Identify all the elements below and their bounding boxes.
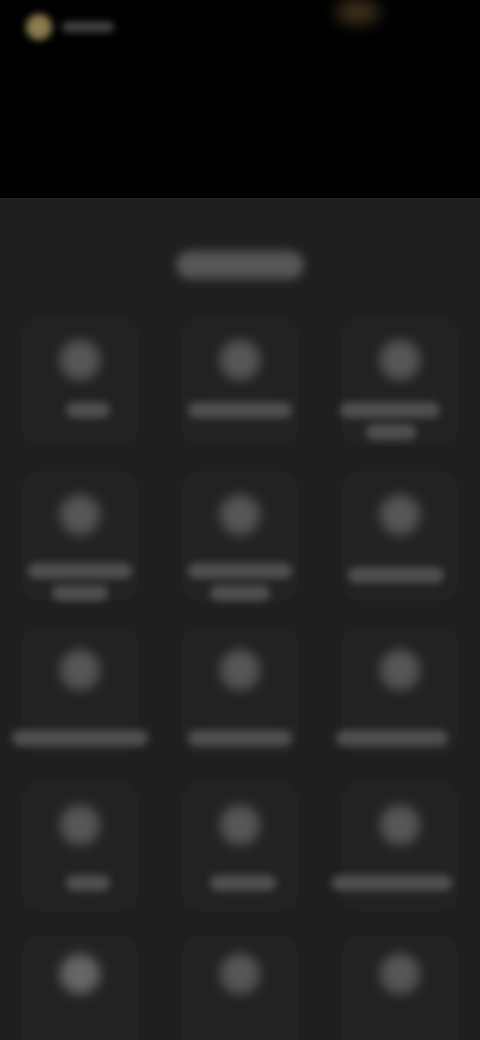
tile-12[interactable]	[320, 775, 480, 930]
tile-8-label	[188, 730, 292, 746]
tile-13-icon	[60, 954, 100, 994]
status-icon	[26, 14, 52, 40]
tile-11[interactable]	[160, 775, 320, 930]
tile-9[interactable]	[320, 620, 480, 775]
tile-4-icon	[60, 495, 100, 535]
tile-background	[22, 316, 138, 446]
tile-9-icon	[380, 650, 420, 690]
tile-4-label	[28, 563, 132, 579]
section-pill[interactable]	[176, 251, 304, 279]
tile-6-icon	[380, 495, 420, 535]
tile-12-label	[332, 875, 452, 891]
tile-11-label	[210, 875, 276, 891]
tile-5-icon	[220, 495, 260, 535]
tile-6[interactable]	[320, 465, 480, 620]
tile-3[interactable]	[320, 310, 480, 465]
tile-5-label-line2	[210, 585, 270, 601]
tile-1-label	[66, 402, 110, 418]
tile-1-icon	[60, 340, 100, 380]
tile-background	[22, 471, 138, 601]
divider	[0, 198, 480, 199]
tile-4[interactable]	[0, 465, 160, 620]
tile-10-icon	[60, 805, 100, 845]
tile-11-icon	[220, 805, 260, 845]
tile-7[interactable]	[0, 620, 160, 775]
tile-8[interactable]	[160, 620, 320, 775]
tile-12-icon	[380, 805, 420, 845]
tile-background	[182, 781, 298, 911]
tile-2-icon	[220, 340, 260, 380]
tile-8-icon	[220, 650, 260, 690]
tile-2-label	[188, 402, 292, 418]
tile-9-label	[336, 730, 448, 746]
tile-5[interactable]	[160, 465, 320, 620]
tile-background	[342, 781, 458, 911]
status-bar-left	[26, 10, 122, 44]
tile-background	[182, 471, 298, 601]
tile-2[interactable]	[160, 310, 320, 465]
tile-3-icon	[380, 340, 420, 380]
tile-10[interactable]	[0, 775, 160, 930]
tile-14[interactable]	[160, 930, 320, 1040]
tile-background	[22, 781, 138, 911]
status-indicator	[336, 0, 380, 24]
tile-grid	[0, 310, 480, 1040]
tile-6-label	[348, 567, 444, 583]
tile-15[interactable]	[320, 930, 480, 1040]
tile-14-icon	[220, 954, 260, 994]
status-label	[62, 22, 114, 32]
tile-10-label	[66, 875, 110, 891]
tile-15-icon	[380, 954, 420, 994]
tile-7-label	[12, 730, 148, 746]
screen	[0, 0, 480, 1040]
tile-background	[182, 316, 298, 446]
tile-7-icon	[60, 650, 100, 690]
tile-3-label-line2	[366, 424, 416, 440]
top-header	[0, 0, 480, 198]
tile-5-label	[188, 563, 292, 579]
tile-3-label	[340, 402, 440, 418]
tile-4-label-line2	[52, 585, 108, 601]
tile-1[interactable]	[0, 310, 160, 465]
tile-13[interactable]	[0, 930, 160, 1040]
